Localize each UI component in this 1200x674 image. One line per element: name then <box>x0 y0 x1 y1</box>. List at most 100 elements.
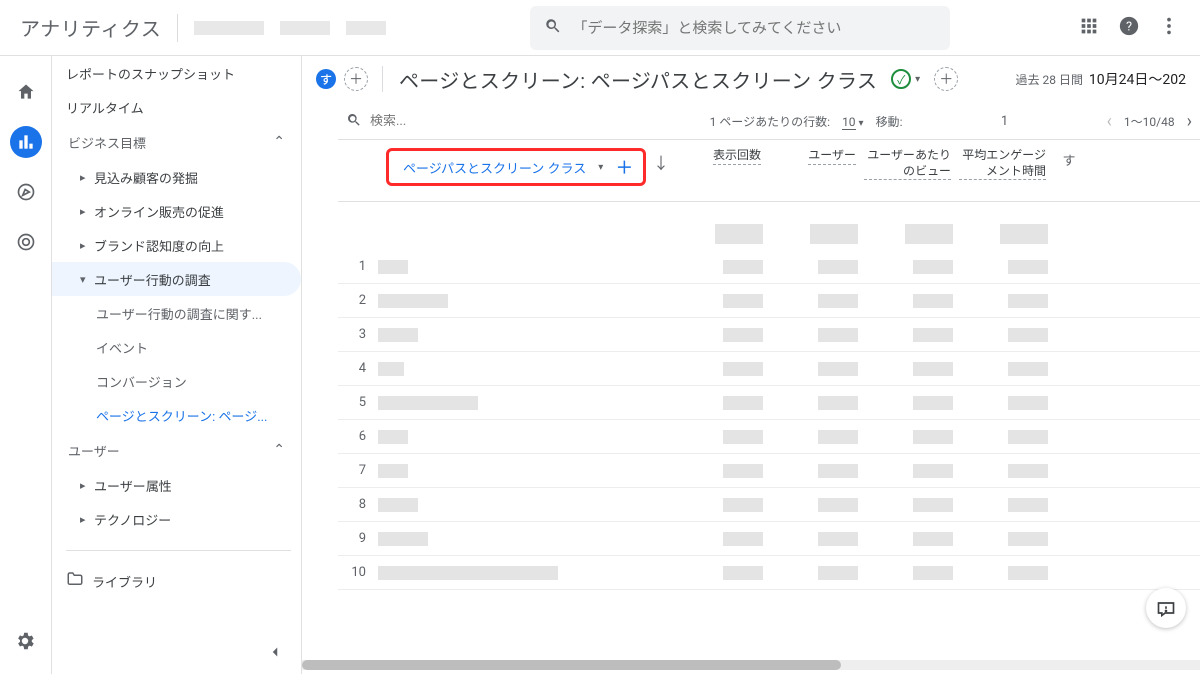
feedback-button[interactable] <box>1146 588 1186 628</box>
cell-avg-engagement <box>961 464 1056 478</box>
caret-right-icon: ▸ <box>80 171 94 184</box>
rail-explore-icon[interactable] <box>10 176 42 208</box>
table-toolbar: 1 ページあたりの行数: 10 ▾ 移動: ‹ 1～10/48 › <box>338 104 1200 140</box>
row-dimension-value <box>378 294 650 308</box>
help-icon[interactable]: ? <box>1118 15 1140 41</box>
table-row[interactable]: 9 <box>338 522 1200 556</box>
nav-lead-generation[interactable]: ▸見込み顧客の発掘 <box>52 160 301 194</box>
rows-per-page-select[interactable]: 10 ▾ <box>842 115 864 129</box>
cell-views <box>676 532 771 546</box>
table-row[interactable]: 8 <box>338 488 1200 522</box>
status-ok-icon[interactable]: ✓ <box>891 69 911 89</box>
date-range-picker[interactable]: 過去 28 日間 10月24日～202 <box>1016 69 1186 89</box>
caret-right-icon: ▸ <box>80 205 94 218</box>
col-header-users[interactable]: ユーザー <box>769 148 864 165</box>
row-index: 7 <box>338 463 378 478</box>
cell-views-per-user <box>866 294 961 308</box>
nav-section-business-goals[interactable]: ビジネス目標⌃ <box>52 124 301 160</box>
cell-views <box>676 566 771 580</box>
primary-dimension-selector[interactable]: ページパスとスクリーン クラス ▾ ＋ <box>386 148 646 186</box>
table-row[interactable]: 10 <box>338 556 1200 590</box>
row-index: 8 <box>338 497 378 512</box>
nav-technology[interactable]: ▸テクノロジー <box>52 502 301 536</box>
table-row[interactable]: 3 <box>338 318 1200 352</box>
global-search-input[interactable] <box>572 19 936 37</box>
sort-descending-icon[interactable]: ↓ <box>648 148 674 174</box>
cell-views-per-user <box>866 464 961 478</box>
row-dimension-value <box>378 260 650 274</box>
global-search[interactable] <box>530 6 950 50</box>
row-index: 4 <box>338 361 378 376</box>
cell-views-per-user <box>866 396 961 410</box>
cell-avg-engagement <box>961 260 1056 274</box>
rail-advertising-icon[interactable] <box>10 226 42 258</box>
cell-users <box>771 566 866 580</box>
table-row[interactable]: 2 <box>338 284 1200 318</box>
nav-report-snapshot[interactable]: レポートのスナップショット <box>52 56 301 90</box>
prev-page-button[interactable]: ‹ <box>1107 111 1112 132</box>
product-logo[interactable]: アナリティクス <box>12 13 161 42</box>
status-dropdown-caret-icon[interactable]: ▾ <box>915 74 920 85</box>
table-row[interactable]: 6 <box>338 420 1200 454</box>
table-row[interactable]: 5 <box>338 386 1200 420</box>
cell-views-per-user <box>866 566 961 580</box>
cell-views <box>676 260 771 274</box>
cell-users <box>771 260 866 274</box>
segment-chip-all-users[interactable]: す <box>316 69 336 89</box>
nav-pages-screens[interactable]: ページとスクリーン: ページ... <box>52 398 301 432</box>
row-dimension-value <box>378 464 650 478</box>
nav-user-behavior[interactable]: ▾ユーザー行動の調査 <box>52 262 301 296</box>
cell-views <box>676 362 771 376</box>
nav-online-sales[interactable]: ▸オンライン販売の促進 <box>52 194 301 228</box>
cell-avg-engagement <box>961 498 1056 512</box>
nav-user-behavior-overview[interactable]: ユーザー行動の調査に関す... <box>52 296 301 330</box>
table-row[interactable]: 1 <box>338 250 1200 284</box>
cell-avg-engagement <box>961 362 1056 376</box>
table-body: 1 2 3 4 5 6 7 <box>338 250 1200 590</box>
col-header-views-per-user[interactable]: ユーザーあたりのビュー <box>864 148 959 180</box>
cell-users <box>771 294 866 308</box>
customize-report-button[interactable]: ＋ <box>934 67 958 91</box>
add-secondary-dimension-button[interactable]: ＋ <box>615 154 633 180</box>
add-comparison-button[interactable]: ＋ <box>344 67 368 91</box>
horizontal-scrollbar[interactable] <box>302 660 1200 670</box>
brand-name: アナリティクス <box>20 13 161 42</box>
col-header-views[interactable]: 表示回数 <box>674 148 769 165</box>
cell-users <box>771 362 866 376</box>
row-index: 10 <box>338 565 378 580</box>
report-nav-panel: レポートのスナップショット リアルタイム ビジネス目標⌃ ▸見込み顧客の発掘 ▸… <box>52 56 302 674</box>
nav-library[interactable]: ライブラリ <box>52 564 301 598</box>
cell-avg-engagement <box>961 566 1056 580</box>
row-index: 5 <box>338 395 378 410</box>
rows-per-page-label: 1 ページあたりの行数: <box>710 113 830 130</box>
cell-avg-engagement <box>961 430 1056 444</box>
caret-down-icon: ▾ <box>598 162 603 173</box>
nav-user-attributes[interactable]: ▸ユーザー属性 <box>52 468 301 502</box>
rail-home-icon[interactable] <box>10 76 42 108</box>
rail-reports-icon[interactable] <box>10 126 42 158</box>
apps-grid-icon[interactable] <box>1078 15 1100 41</box>
goto-page-input[interactable] <box>915 114 1095 129</box>
table-search-input[interactable] <box>370 114 550 129</box>
row-dimension-value <box>378 396 650 410</box>
nav-realtime[interactable]: リアルタイム <box>52 90 301 124</box>
collapse-nav-button[interactable] <box>259 636 291 668</box>
property-selector[interactable] <box>194 10 494 46</box>
table-row[interactable]: 7 <box>338 454 1200 488</box>
table-row[interactable]: 4 <box>338 352 1200 386</box>
cell-views-per-user <box>866 430 961 444</box>
cell-users <box>771 430 866 444</box>
rail-admin-icon[interactable] <box>14 630 36 656</box>
nav-events[interactable]: イベント <box>52 330 301 364</box>
cell-views-per-user <box>866 362 961 376</box>
report-header: す ＋ ページとスクリーン: ページパスとスクリーン クラス ✓ ▾ ＋ 過去 … <box>302 56 1200 102</box>
cell-avg-engagement <box>961 294 1056 308</box>
col-header-avg-engagement[interactable]: 平均エンゲージメント時間 <box>959 148 1054 180</box>
nav-conversions[interactable]: コンバージョン <box>52 364 301 398</box>
more-vert-icon[interactable] <box>1158 15 1180 41</box>
chevron-up-icon: ⌃ <box>273 442 285 458</box>
next-page-button[interactable]: › <box>1187 111 1192 132</box>
nav-brand-awareness[interactable]: ▸ブランド認知度の向上 <box>52 228 301 262</box>
search-icon <box>346 112 362 131</box>
nav-section-user[interactable]: ユーザー⌃ <box>52 432 301 468</box>
